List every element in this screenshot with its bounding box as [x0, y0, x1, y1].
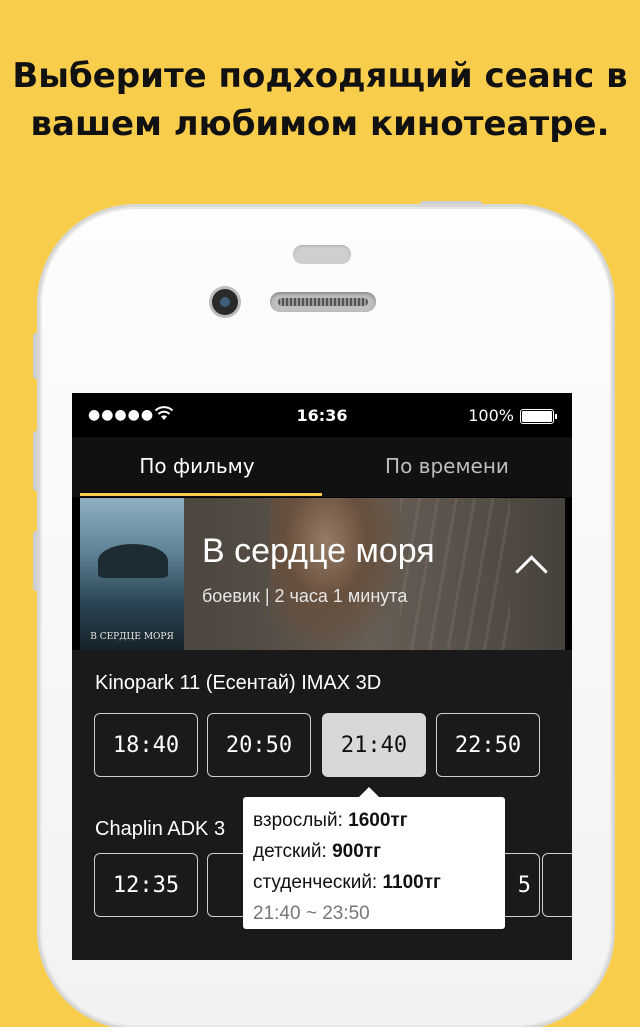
- earpiece-sensor: [293, 245, 351, 264]
- poster-title: В СЕРДЦЕ МОРЯ: [90, 632, 174, 642]
- showtime-slot[interactable]: 22:50: [436, 713, 540, 777]
- session-time-range: 21:40 ~ 23:50: [253, 903, 370, 924]
- tab-by-time[interactable]: По времени: [322, 437, 572, 495]
- showtime-slot-selected[interactable]: 21:40: [322, 713, 426, 777]
- child-price-value: 900тг: [332, 841, 382, 862]
- movie-header[interactable]: В СЕРДЦЕ МОРЯ В сердце моря боевик | 2 ч…: [80, 498, 565, 650]
- price-tooltip: взрослый: 1600тг детский: 900тг студенче…: [243, 787, 505, 929]
- poster-whale-shape: [98, 544, 168, 578]
- student-price-row: студенческий: 1100тг: [253, 867, 505, 898]
- cinema-name-chaplin: Chaplin ADK 3: [95, 818, 226, 840]
- child-price-row: детский: 900тг: [253, 836, 505, 867]
- adult-price-value: 1600тг: [348, 810, 408, 831]
- active-tab-indicator: [80, 493, 322, 496]
- movie-poster: В СЕРДЦЕ МОРЯ: [80, 498, 184, 650]
- headline: Выберите подходящий сеанс в вашем любимо…: [0, 52, 640, 148]
- showtime-slot[interactable]: 12:35: [94, 853, 198, 917]
- front-camera-icon: [212, 289, 238, 315]
- movie-title: В сердце моря: [202, 532, 435, 570]
- tab-by-movie[interactable]: По фильму: [72, 437, 322, 495]
- movie-genre-duration: боевик | 2 часа 1 минута: [202, 586, 408, 606]
- child-price-label: детский:: [253, 841, 333, 862]
- battery-percent: 100%: [468, 406, 514, 425]
- student-price-value: 1100тг: [382, 872, 441, 893]
- adult-price-row: взрослый: 1600тг: [253, 805, 505, 836]
- headline-line-2: вашем любимом кинотеатре.: [30, 104, 610, 144]
- cinema-name-kinopark: Kinopark 11 (Есентай) IMAX 3D: [95, 672, 382, 694]
- speaker-grille: [270, 292, 376, 312]
- student-price-label: студенческий:: [253, 872, 383, 893]
- adult-price-label: взрослый:: [253, 810, 349, 831]
- showtime-slot-partial[interactable]: [542, 853, 572, 917]
- showtime-slot[interactable]: 20:50: [207, 713, 311, 777]
- tab-bar: По фильму По времени: [72, 437, 572, 497]
- battery-icon: [520, 409, 557, 424]
- headline-line-1: Выберите подходящий сеанс в: [12, 56, 628, 96]
- status-bar: ●●●●● 16:36 100%: [72, 393, 572, 437]
- showtime-slot[interactable]: 18:40: [94, 713, 198, 777]
